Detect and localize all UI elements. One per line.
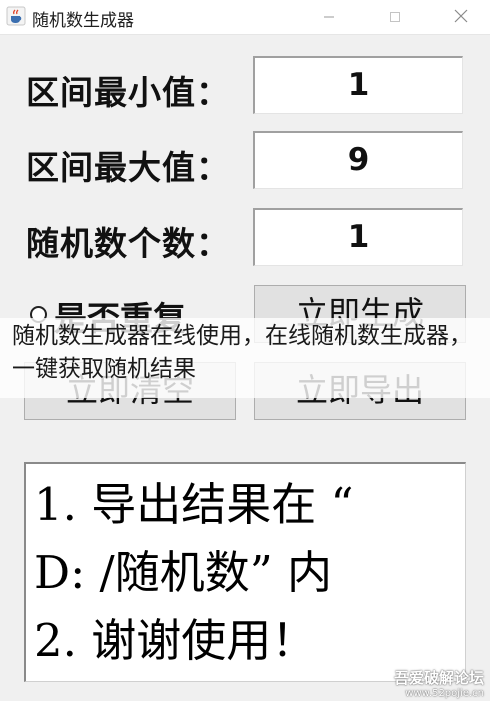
watermark-url: www.52pojie.cn <box>405 688 484 699</box>
watermark-title: 吾爱破解论坛 <box>393 669 484 687</box>
count-input[interactable]: 1 <box>253 208 463 266</box>
java-cup-icon <box>6 6 26 26</box>
result-line: 2. 谢谢使用！ <box>34 614 317 667</box>
caption-text: 随机数生成器在线使用，在线随机数生成器，一键获取随机结果 <box>12 323 472 382</box>
close-icon <box>454 8 468 27</box>
close-button[interactable] <box>438 0 484 34</box>
app-window: 随机数生成器 区间最小值： 1 区间最大值： 9 随机数个数： 1 是否重复 立… <box>0 0 490 701</box>
max-value-input[interactable]: 9 <box>253 131 463 189</box>
title-bar: 随机数生成器 <box>0 0 490 35</box>
minimize-button[interactable] <box>306 0 352 34</box>
result-line: 1. 导出结果在 “ <box>34 478 354 531</box>
window-title: 随机数生成器 <box>32 11 134 31</box>
min-value-input[interactable]: 1 <box>253 56 463 114</box>
minimize-icon <box>323 8 335 27</box>
maximize-icon <box>389 8 401 27</box>
result-line: D: /随机数” 内 <box>34 546 333 599</box>
result-textarea[interactable]: 1. 导出结果在 “ D: /随机数” 内 2. 谢谢使用！ <box>24 462 466 682</box>
min-value-label: 区间最小值： <box>26 73 230 112</box>
count-label: 随机数个数： <box>26 224 230 263</box>
maximize-button[interactable] <box>372 0 418 34</box>
site-watermark: 吾爱破解论坛 www.52pojie.cn <box>394 667 484 699</box>
max-value-label: 区间最大值： <box>26 148 230 187</box>
